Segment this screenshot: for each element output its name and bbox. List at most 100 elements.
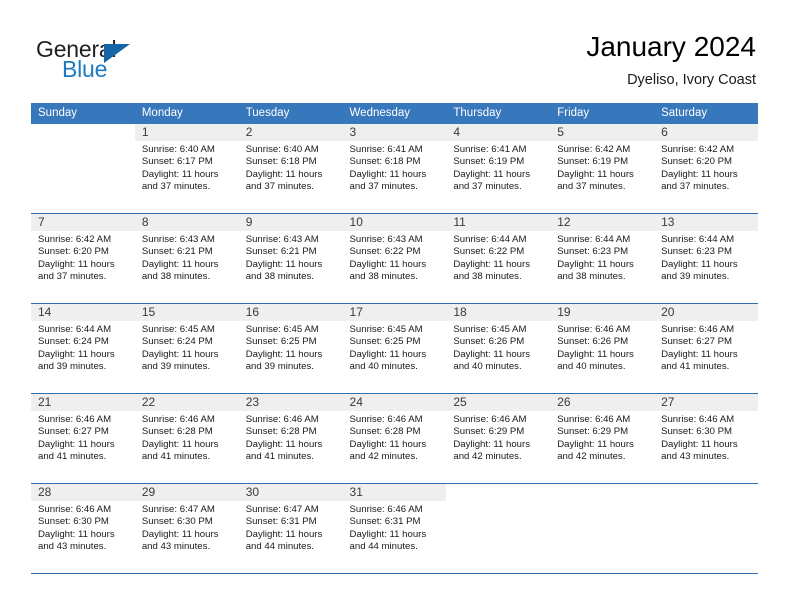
calendar-day-cell[interactable]: 9 Sunrise: 6:43 AM Sunset: 6:21 PM Daylight… <box>239 214 343 302</box>
daylight-text-line2: and 41 minutes. <box>38 450 107 462</box>
sunset-text: Sunset: 6:21 PM <box>141 246 213 258</box>
sunrise-text: Sunrise: 6:43 AM <box>141 234 215 245</box>
day-number: 28 <box>38 485 52 499</box>
daylight-text-line1: Daylight: 11 hours <box>349 438 427 450</box>
day-number: 30 <box>245 485 260 499</box>
day-number: 27 <box>661 395 675 409</box>
day-details: Sunrise: 6:46 AM Sunset: 6:29 PM Daylight:… <box>557 414 654 463</box>
sunrise-text: Sunrise: 6:44 AM <box>557 234 631 245</box>
day-number: 1 <box>141 125 149 139</box>
calendar-day-cell[interactable]: 4 Sunrise: 6:41 AM Sunset: 6:19 PM Daylight… <box>446 124 550 212</box>
daylight-text-line1: Daylight: 11 hours <box>141 528 219 540</box>
weekday-header-monday: Monday <box>141 107 183 119</box>
calendar-day-cell[interactable]: 26 Sunrise: 6:46 AM Sunset: 6:29 PM Dayligh… <box>550 394 654 482</box>
day-details: Sunrise: 6:43 AM Sunset: 6:22 PM Daylight:… <box>350 234 447 283</box>
sunrise-text: Sunrise: 6:45 AM <box>349 324 423 335</box>
calendar-day-cell[interactable]: 10 Sunrise: 6:43 AM Sunset: 6:22 PM Dayligh… <box>343 214 447 302</box>
daylight-text-line1: Daylight: 11 hours <box>349 258 427 270</box>
daylight-text-line1: Daylight: 11 hours <box>141 168 219 180</box>
sunrise-text: Sunrise: 6:46 AM <box>245 414 319 425</box>
calendar-day-cells: 1 Sunrise: 6:40 AM Sunset: 6:17 PM Daylight… <box>31 124 758 212</box>
day-details: Sunrise: 6:41 AM Sunset: 6:18 PM Daylight:… <box>350 144 447 193</box>
day-details: Sunrise: 6:40 AM Sunset: 6:18 PM Daylight:… <box>246 144 343 193</box>
calendar-day-cells: 28 Sunrise: 6:46 AM Sunset: 6:30 PM Dayligh… <box>31 484 758 572</box>
calendar-day-cell[interactable]: 22 Sunrise: 6:46 AM Sunset: 6:28 PM Dayligh… <box>135 394 239 482</box>
calendar-day-cell-empty <box>654 484 758 572</box>
calendar-day-cell[interactable]: 27 Sunrise: 6:46 AM Sunset: 6:30 PM Dayligh… <box>654 394 758 482</box>
calendar-day-cell[interactable]: 11 Sunrise: 6:44 AM Sunset: 6:22 PM Dayligh… <box>446 214 550 302</box>
calendar-day-cell[interactable]: 14 Sunrise: 6:44 AM Sunset: 6:24 PM Dayligh… <box>31 304 135 392</box>
calendar-day-cell[interactable]: 3 Sunrise: 6:41 AM Sunset: 6:18 PM Daylight… <box>343 124 447 212</box>
sunset-text: Sunset: 6:28 PM <box>349 426 421 438</box>
calendar-day-cell[interactable]: 15 Sunrise: 6:45 AM Sunset: 6:24 PM Dayligh… <box>135 304 239 392</box>
daylight-text-line1: Daylight: 11 hours <box>661 438 738 450</box>
day-details: Sunrise: 6:47 AM Sunset: 6:30 PM Daylight:… <box>142 504 239 553</box>
sunrise-text: Sunrise: 6:42 AM <box>661 144 735 155</box>
sunrise-text: Sunrise: 6:46 AM <box>38 414 112 425</box>
calendar-day-cell[interactable]: 24 Sunrise: 6:46 AM Sunset: 6:28 PM Dayligh… <box>343 394 447 482</box>
sunrise-text: Sunrise: 6:46 AM <box>141 414 215 425</box>
sunset-text: Sunset: 6:18 PM <box>349 156 421 168</box>
day-details: Sunrise: 6:44 AM Sunset: 6:23 PM Daylight:… <box>557 234 654 283</box>
calendar-day-cell[interactable]: 1 Sunrise: 6:40 AM Sunset: 6:17 PM Daylight… <box>135 124 239 212</box>
daylight-text-line2: and 44 minutes. <box>245 540 314 552</box>
day-details: Sunrise: 6:44 AM Sunset: 6:24 PM Daylight:… <box>38 324 135 373</box>
day-number: 19 <box>557 305 571 319</box>
daylight-text-line2: and 39 minutes. <box>38 360 107 372</box>
daylight-text-line1: Daylight: 11 hours <box>141 348 219 360</box>
calendar-day-cell[interactable]: 16 Sunrise: 6:45 AM Sunset: 6:25 PM Dayligh… <box>239 304 343 392</box>
sunset-text: Sunset: 6:30 PM <box>661 426 732 438</box>
calendar-day-cell[interactable]: 28 Sunrise: 6:46 AM Sunset: 6:30 PM Dayligh… <box>31 484 135 572</box>
calendar-day-cell[interactable]: 21 Sunrise: 6:46 AM Sunset: 6:27 PM Dayligh… <box>31 394 135 482</box>
sunset-text: Sunset: 6:20 PM <box>661 156 732 168</box>
day-number: 3 <box>349 125 357 139</box>
sunrise-text: Sunrise: 6:43 AM <box>245 234 319 245</box>
sunrise-text: Sunrise: 6:47 AM <box>141 504 215 515</box>
daylight-text-line1: Daylight: 11 hours <box>557 438 634 450</box>
calendar-day-cell[interactable]: 13 Sunrise: 6:44 AM Sunset: 6:23 PM Dayligh… <box>654 214 758 302</box>
day-number <box>453 484 550 501</box>
day-number: 25 <box>453 395 467 409</box>
page-header: General Blue January 2024 Dyeliso, Ivory… <box>0 0 792 100</box>
calendar-day-cell[interactable]: 2 Sunrise: 6:40 AM Sunset: 6:18 PM Daylight… <box>239 124 343 212</box>
daylight-text-line1: Daylight: 11 hours <box>453 348 530 360</box>
daylight-text-line1: Daylight: 11 hours <box>38 348 115 360</box>
day-details: Sunrise: 6:46 AM Sunset: 6:27 PM Daylight:… <box>661 324 758 373</box>
sunset-text: Sunset: 6:23 PM <box>661 246 732 258</box>
calendar-day-cell[interactable]: 7 Sunrise: 6:42 AM Sunset: 6:20 PM Daylight… <box>31 214 135 302</box>
title-block: January 2024 Dyeliso, Ivory Coast <box>586 30 756 89</box>
calendar-day-cell[interactable]: 19 Sunrise: 6:46 AM Sunset: 6:26 PM Dayligh… <box>550 304 654 392</box>
page-title: January 2024 <box>586 31 756 62</box>
daylight-text-line2: and 39 minutes. <box>245 360 314 372</box>
calendar-day-cells: 14 Sunrise: 6:44 AM Sunset: 6:24 PM Dayligh… <box>31 304 758 392</box>
sunrise-text: Sunrise: 6:45 AM <box>453 324 527 335</box>
calendar-day-cell[interactable]: 12 Sunrise: 6:44 AM Sunset: 6:23 PM Dayligh… <box>550 214 654 302</box>
calendar-week-row: 14 Sunrise: 6:44 AM Sunset: 6:24 PM Dayligh… <box>31 304 758 394</box>
calendar-weeks: 1 Sunrise: 6:40 AM Sunset: 6:17 PM Daylight… <box>31 124 758 574</box>
sunrise-text: Sunrise: 6:46 AM <box>557 414 631 425</box>
day-details: Sunrise: 6:45 AM Sunset: 6:25 PM Daylight:… <box>350 324 447 373</box>
daylight-text-line1: Daylight: 11 hours <box>661 168 738 180</box>
calendar-day-cell[interactable]: 6 Sunrise: 6:42 AM Sunset: 6:20 PM Daylight… <box>654 124 758 212</box>
sunset-text: Sunset: 6:30 PM <box>141 516 213 528</box>
sunset-text: Sunset: 6:28 PM <box>245 426 317 438</box>
sunset-text: Sunset: 6:27 PM <box>661 336 732 348</box>
calendar-day-cell[interactable]: 31 Sunrise: 6:46 AM Sunset: 6:31 PM Dayligh… <box>343 484 447 572</box>
calendar-day-cell[interactable]: 8 Sunrise: 6:43 AM Sunset: 6:21 PM Daylight… <box>135 214 239 302</box>
day-number: 24 <box>349 395 363 409</box>
calendar-day-cell[interactable]: 18 Sunrise: 6:45 AM Sunset: 6:26 PM Dayligh… <box>446 304 550 392</box>
calendar-week-row: 28 Sunrise: 6:46 AM Sunset: 6:30 PM Dayligh… <box>31 484 758 574</box>
sunrise-text: Sunrise: 6:41 AM <box>453 144 527 155</box>
calendar-day-cell[interactable]: 30 Sunrise: 6:47 AM Sunset: 6:31 PM Dayligh… <box>239 484 343 572</box>
logo-triangle-icon <box>104 44 130 63</box>
calendar-day-cell[interactable]: 5 Sunrise: 6:42 AM Sunset: 6:19 PM Daylight… <box>550 124 654 212</box>
calendar-day-cell[interactable]: 23 Sunrise: 6:46 AM Sunset: 6:28 PM Dayligh… <box>239 394 343 482</box>
calendar-day-cell[interactable]: 25 Sunrise: 6:46 AM Sunset: 6:29 PM Dayligh… <box>446 394 550 482</box>
calendar-day-cell[interactable]: 29 Sunrise: 6:47 AM Sunset: 6:30 PM Dayligh… <box>135 484 239 572</box>
calendar-day-cell[interactable]: 17 Sunrise: 6:45 AM Sunset: 6:25 PM Dayligh… <box>343 304 447 392</box>
daylight-text-line2: and 44 minutes. <box>349 540 418 552</box>
daylight-text-line1: Daylight: 11 hours <box>245 168 323 180</box>
calendar-day-cell[interactable]: 20 Sunrise: 6:46 AM Sunset: 6:27 PM Dayligh… <box>654 304 758 392</box>
sunset-text: Sunset: 6:19 PM <box>557 156 629 168</box>
daylight-text-line2: and 38 minutes. <box>141 270 211 282</box>
